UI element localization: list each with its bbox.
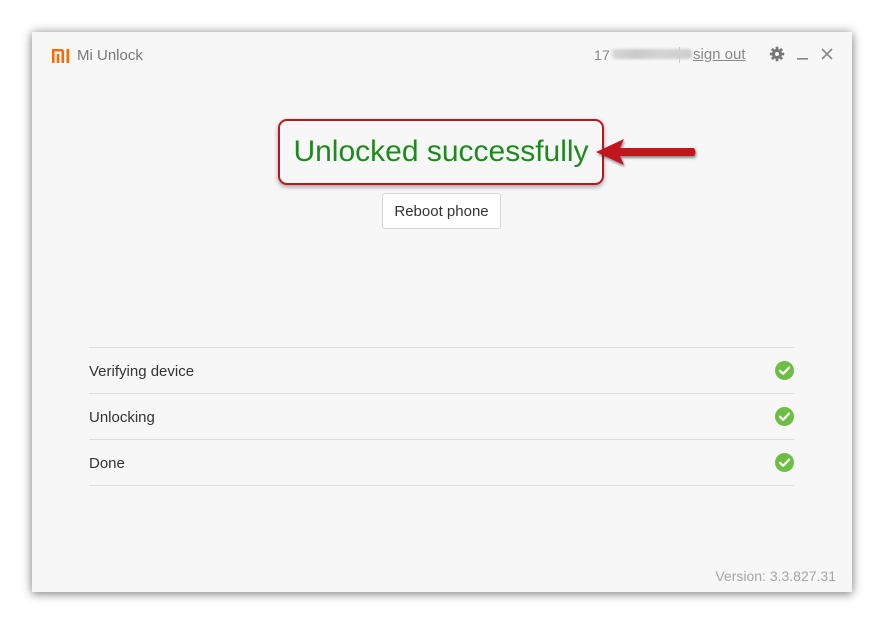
title-bar[interactable]: Mi Unlock 17 sign out bbox=[32, 32, 852, 78]
mi-unlock-window: Mi Unlock 17 sign out Unlocked successfu… bbox=[32, 32, 852, 592]
check-circle-icon bbox=[775, 361, 794, 380]
mi-logo-icon bbox=[52, 48, 70, 63]
status-title: Unlocked successfully bbox=[293, 135, 589, 168]
check-circle-icon bbox=[775, 453, 794, 472]
version-label: Version: 3.3.827.31 bbox=[715, 568, 836, 584]
check-circle-icon bbox=[775, 407, 794, 426]
sign-out-link[interactable]: sign out bbox=[693, 46, 746, 63]
account-id-visible: 17 bbox=[594, 47, 610, 63]
step-label: Done bbox=[89, 455, 125, 472]
app-title: Mi Unlock bbox=[77, 47, 143, 64]
app-logo: Mi Unlock bbox=[52, 47, 143, 64]
reboot-phone-button[interactable]: Reboot phone bbox=[382, 193, 501, 229]
step-label: Unlocking bbox=[89, 409, 155, 426]
annotation-arrow-icon bbox=[596, 139, 696, 165]
gear-icon[interactable] bbox=[769, 46, 785, 62]
account-id: 17 bbox=[594, 47, 692, 63]
success-highlight-box: Unlocked successfully bbox=[278, 119, 604, 185]
header-divider bbox=[679, 47, 680, 63]
step-unlocking: Unlocking bbox=[89, 394, 794, 440]
unlock-steps-list: Verifying device Unlocking Done bbox=[89, 347, 794, 486]
minimize-icon[interactable] bbox=[795, 46, 811, 62]
step-verifying-device: Verifying device bbox=[89, 348, 794, 394]
step-done: Done bbox=[89, 440, 794, 486]
step-label: Verifying device bbox=[89, 363, 195, 380]
close-icon[interactable] bbox=[819, 46, 835, 62]
